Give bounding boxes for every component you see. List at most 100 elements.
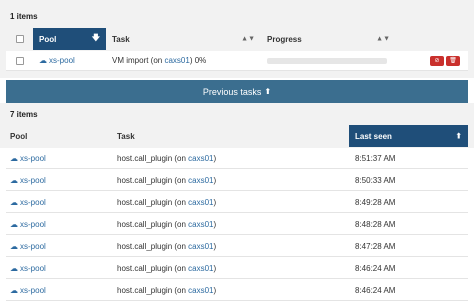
cloud-icon: ☁ [10,241,18,251]
table-row: ☁ xs-pool host.call_plugin (on caxs01) 8:48… [6,214,468,235]
pool-cell: ☁ xs-pool [6,242,111,251]
pool-link[interactable]: xs-pool [20,286,46,295]
column-header-progress[interactable]: Progress ▲▼ [261,28,396,50]
sort-icon: ▲▼ [376,35,390,43]
pool-cell: ☁ xs-pool [6,286,111,295]
task-text-suffix: ) [213,219,217,229]
task-text: host.call_plugin (on [117,153,189,163]
last-seen-cell: 8:48:28 AM [349,220,468,229]
cloud-icon: ☁ [10,153,18,163]
host-link[interactable]: caxs01 [188,220,213,229]
chevron-up-icon: ⬆ [264,87,272,96]
task-text: VM import (on [112,56,165,65]
previous-tasks-toggle[interactable]: Previous tasks ⬆ [6,80,468,103]
task-cell: host.call_plugin (on caxs01) [111,198,349,207]
task-text: host.call_plugin (on [117,263,189,273]
pool-link[interactable]: xs-pool [20,242,46,251]
host-link[interactable]: caxs01 [164,56,189,65]
pool-link[interactable]: xs-pool [20,154,46,163]
host-link[interactable]: caxs01 [188,176,213,185]
last-seen-time: 8:51:37 AM [355,153,396,163]
pool-link[interactable]: xs-pool [20,176,46,185]
column-header-pool[interactable]: Pool 🡇 [33,28,106,50]
progress-bar [267,57,387,64]
task-text: host.call_plugin (on [117,241,189,251]
task-cell: VM import (on caxs01) 0% [106,56,261,65]
last-seen-time: 8:46:24 AM [355,263,396,273]
pool-cell: ☁ xs-pool [6,198,111,207]
previous-items-count: 7 items [10,110,38,119]
pool-cell: ☁ xs-pool [6,176,111,185]
destroy-task-button[interactable]: 🗑 [446,55,460,66]
task-text-suffix: ) [213,175,217,185]
table-row: ☁ xs-pool host.call_plugin (on caxs01) 8:49… [6,192,468,213]
task-text: host.call_plugin (on [117,197,189,207]
cloud-icon: ☁ [10,285,18,295]
previous-tasks-label: Previous tasks [202,86,262,97]
task-text-suffix: ) [213,263,217,273]
select-all-checkbox[interactable] [15,35,24,43]
row-checkbox[interactable] [15,56,24,65]
cloud-icon: ☁ [10,263,18,273]
actions-cell: ⊘ 🗑 [396,55,468,66]
pool-link[interactable]: xs-pool [49,56,75,65]
task-cell: host.call_plugin (on caxs01) [111,176,349,185]
table-row: ☁ xs-pool host.call_plugin (on caxs01) 8:50… [6,170,468,191]
host-link[interactable]: caxs01 [188,242,213,251]
pool-cell: ☁ xs-pool [6,220,111,229]
task-text-suffix: ) [213,197,217,207]
task-text: host.call_plugin (on [117,219,189,229]
host-link[interactable]: caxs01 [188,154,213,163]
column-header-task-label: Task [112,34,130,44]
task-text-suffix: ) [213,241,217,251]
select-all-cell [6,28,33,50]
last-seen-time: 8:46:24 AM [355,285,396,295]
pool-cell: ☁ xs-pool [33,56,106,65]
task-cell: host.call_plugin (on caxs01) [111,220,349,229]
pool-link[interactable]: xs-pool [20,220,46,229]
task-progress-text: ) 0% [189,56,207,65]
last-seen-cell: 8:51:37 AM [349,154,468,163]
sort-desc-icon: 🡇 [91,33,100,42]
cancel-task-button[interactable]: ⊘ [430,55,444,66]
task-cell: host.call_plugin (on caxs01) [111,154,349,163]
host-link[interactable]: caxs01 [188,198,213,207]
task-cell: host.call_plugin (on caxs01) [111,242,349,251]
pool-cell: ☁ xs-pool [6,264,111,273]
current-items-count: 1 items [10,12,38,21]
last-seen-cell: 8:46:24 AM [349,286,468,295]
table-row: ☁ xs-pool host.call_plugin (on caxs01) 8:46… [6,280,468,301]
task-text-suffix: ) [213,153,217,163]
last-seen-time: 8:47:28 AM [355,241,396,251]
table-row: ☁ xs-pool VM import (on caxs01) 0% ⊘ 🗑 [6,51,468,71]
progress-cell [261,57,396,64]
pool-link[interactable]: xs-pool [20,264,46,273]
row-select-cell [6,56,33,65]
previous-tasks-header: Pool Task Last seen ⬆ [6,125,468,147]
host-link[interactable]: caxs01 [188,286,213,295]
table-row: ☁ xs-pool host.call_plugin (on caxs01) 8:46… [6,258,468,279]
last-seen-time: 8:48:28 AM [355,219,396,229]
column-header-actions [396,28,468,50]
column-header-task-label: Task [117,131,135,141]
cloud-icon: ☁ [10,219,18,229]
column-header-pool-label: Pool [10,131,28,141]
last-seen-cell: 8:50:33 AM [349,176,468,185]
task-cell: host.call_plugin (on caxs01) [111,264,349,273]
pool-link[interactable]: xs-pool [20,198,46,207]
column-header-progress-label: Progress [267,34,302,44]
host-link[interactable]: caxs01 [188,264,213,273]
last-seen-time: 8:49:28 AM [355,197,396,207]
column-header-pool-label: Pool [39,34,57,44]
current-tasks-header: Pool 🡇 Task ▲▼ Progress ▲▼ [6,28,468,50]
column-header-task[interactable]: Task [111,125,349,147]
sort-icon: ▲▼ [241,35,255,43]
cloud-icon: ☁ [10,197,18,207]
cloud-icon: ☁ [10,175,18,185]
column-header-last-seen[interactable]: Last seen ⬆ [349,125,468,147]
column-header-pool[interactable]: Pool [6,125,111,147]
column-header-task[interactable]: Task ▲▼ [106,28,261,50]
task-text: host.call_plugin (on [117,175,189,185]
sort-asc-icon: ⬆ [455,131,462,141]
last-seen-cell: 8:49:28 AM [349,198,468,207]
